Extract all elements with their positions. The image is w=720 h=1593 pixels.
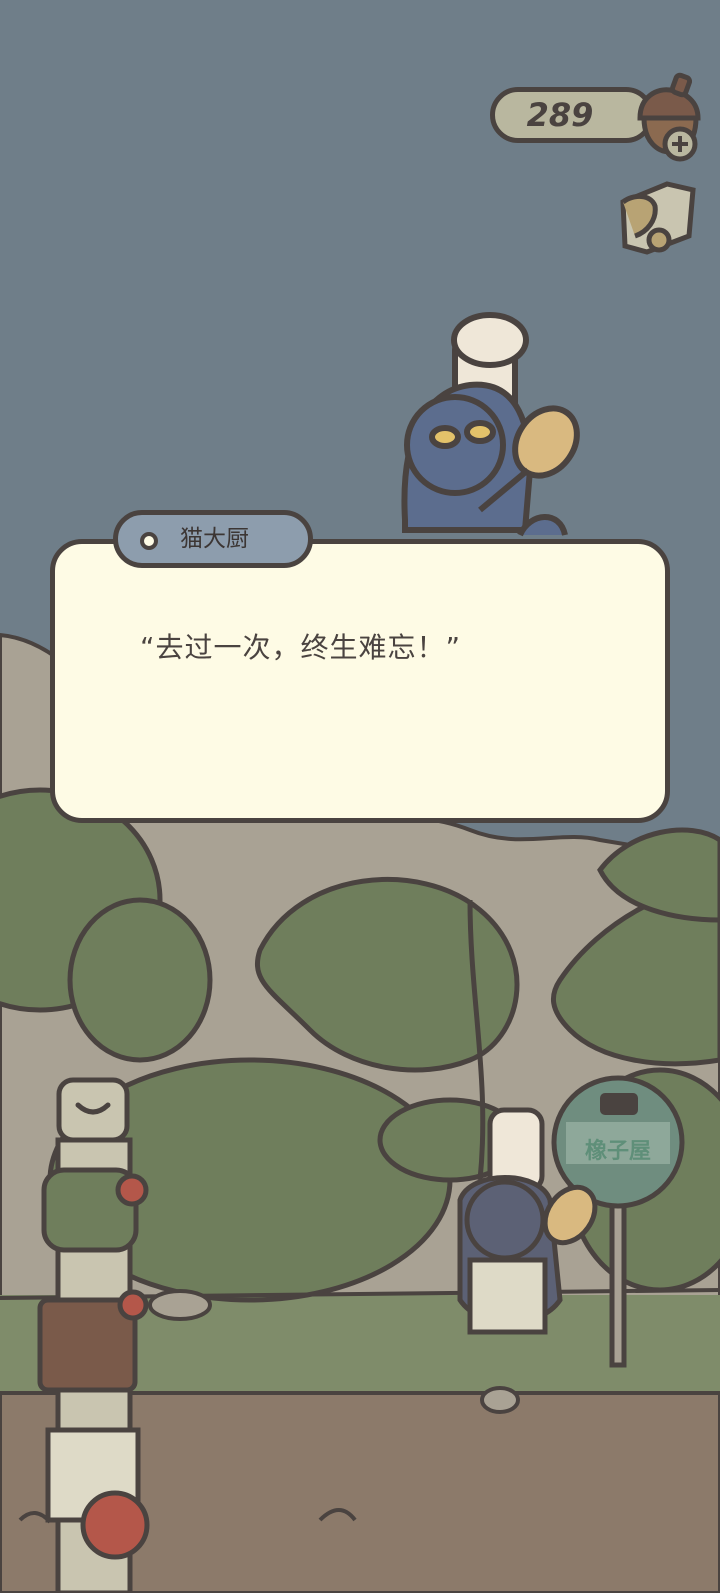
map-button[interactable]: [617, 176, 705, 260]
apple-icon: [80, 1490, 150, 1560]
map-icon: [620, 181, 696, 255]
bus-icon: [600, 1093, 638, 1115]
bus-stop-label[interactable]: 橡子屋: [566, 1133, 670, 1165]
dialog-box[interactable]: “去过一次，终生难忘！”: [50, 539, 670, 823]
acorn-add-button[interactable]: [628, 72, 708, 164]
collapse-items-button[interactable]: [56, 1077, 130, 1143]
acorn-count: 289: [526, 96, 594, 134]
item-pole: [37, 1137, 150, 1593]
speaker-name-tag: 猫大厨: [113, 510, 313, 568]
plus-icon: [662, 126, 698, 162]
speaker-dot-icon: [140, 532, 158, 550]
dialog-text: “去过一次，终生难忘！”: [140, 631, 462, 664]
speaker-name: 猫大厨: [180, 526, 249, 552]
